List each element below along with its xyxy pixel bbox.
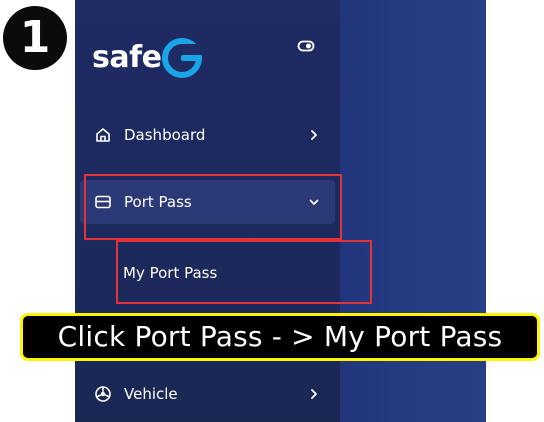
sidebar-item-port-pass[interactable]: Port Pass	[80, 180, 335, 224]
sidebar-item-label: Vehicle	[124, 385, 178, 403]
card-icon	[94, 193, 112, 211]
home-icon	[94, 126, 112, 144]
instruction-banner: Click Port Pass - > My Port Pass	[20, 313, 540, 361]
sidebar-subitem-label: My Port Pass	[123, 264, 218, 282]
step-number-badge: 1	[3, 6, 67, 70]
sidebar-collapse-icon[interactable]	[297, 37, 315, 55]
logo-text: safe	[92, 40, 162, 75]
step-number: 1	[19, 12, 51, 63]
instruction-text: Click Port Pass - > My Port Pass	[23, 316, 537, 358]
app-logo[interactable]: safe	[92, 34, 204, 82]
vehicle-wheel-icon	[94, 385, 112, 403]
sidebar-item-vehicle[interactable]: Vehicle	[80, 372, 335, 416]
tutorial-screenshot: 1 safe Dashboard Port Pass My Port Pass …	[0, 0, 544, 422]
chevron-right-icon	[307, 387, 321, 401]
logo-g-icon	[161, 38, 202, 78]
chevron-down-icon	[307, 195, 321, 209]
sidebar-item-label: Port Pass	[124, 193, 192, 211]
chevron-right-icon	[307, 128, 321, 142]
sidebar-item-dashboard[interactable]: Dashboard	[80, 113, 335, 157]
sidebar-item-label: Dashboard	[124, 126, 206, 144]
sidebar-subitem-my-port-pass[interactable]: My Port Pass	[116, 244, 370, 302]
